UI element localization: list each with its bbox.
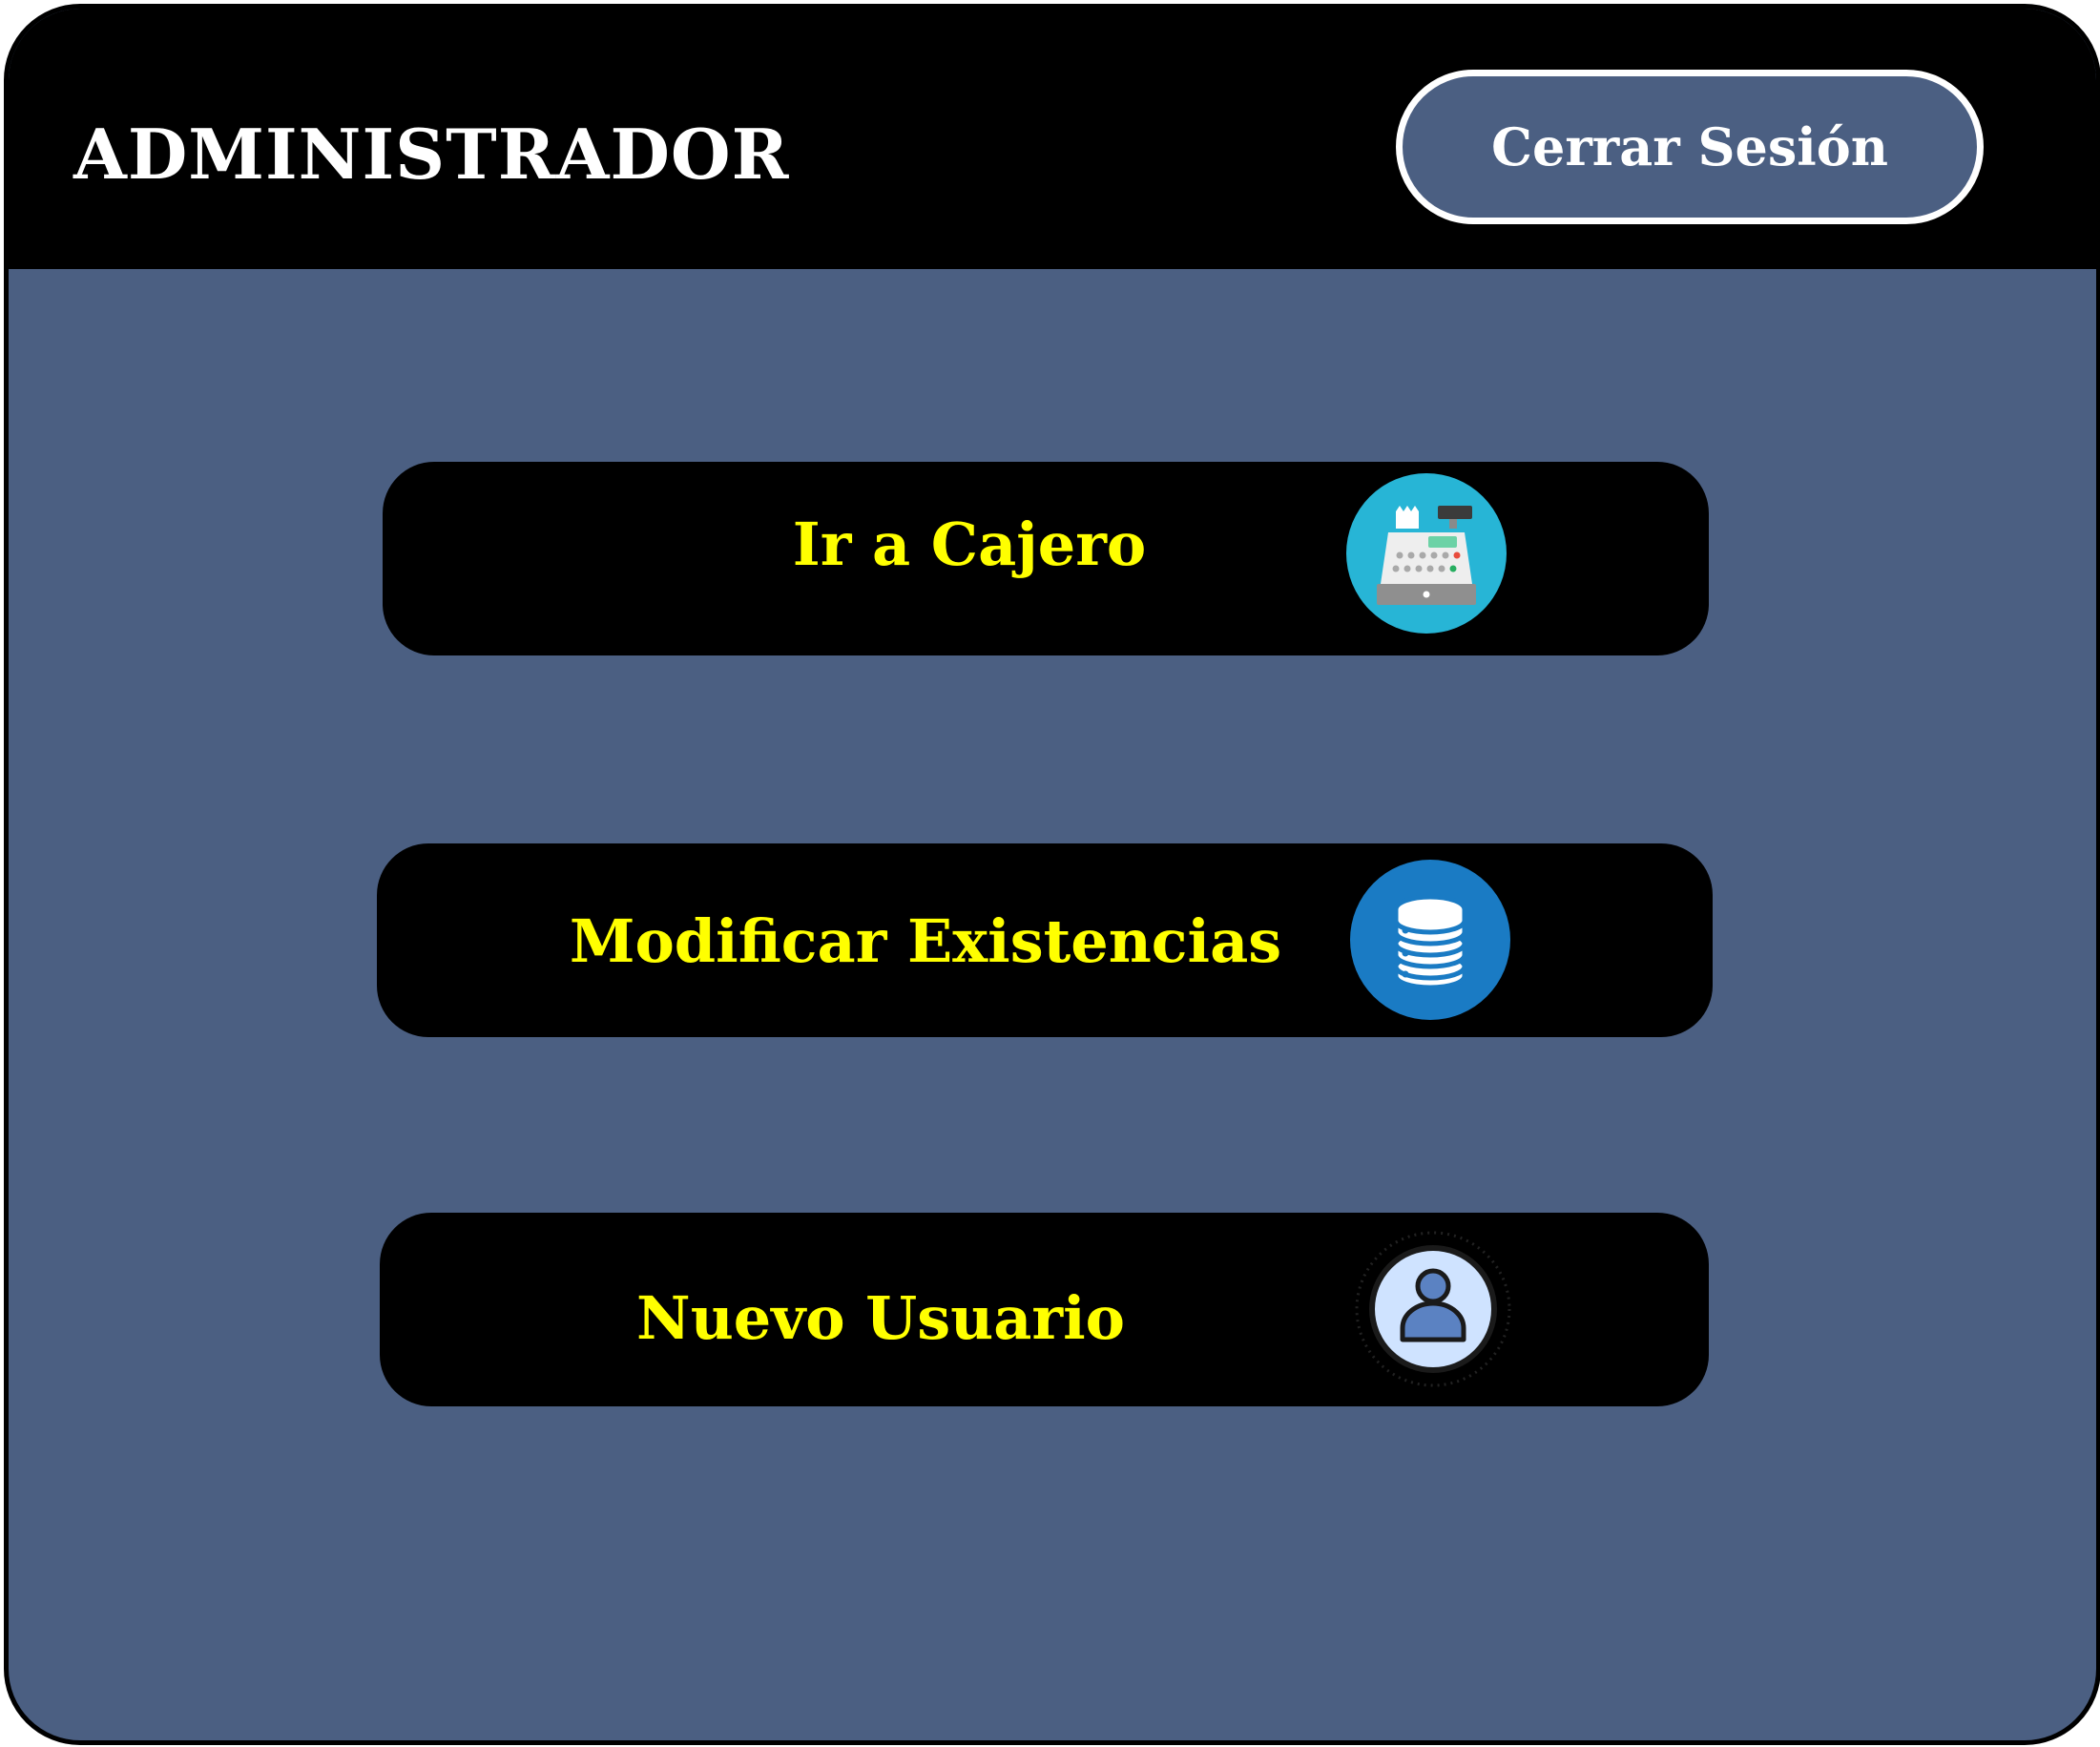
user-icon	[1355, 1231, 1511, 1387]
modify-stock-label: Modificar Existencias	[569, 906, 1282, 976]
page-title: ADMINISTRADOR	[73, 114, 790, 195]
logout-button[interactable]: Cerrar Sesión	[1396, 70, 1984, 224]
header-bar: ADMINISTRADOR Cerrar Sesión	[9, 9, 2096, 269]
go-to-cashier-label: Ir a Cajero	[792, 510, 1147, 579]
logout-button-label: Cerrar Sesión	[1490, 116, 1889, 177]
new-user-button[interactable]: Nuevo Usuario	[380, 1213, 1709, 1406]
admin-window: ADMINISTRADOR Cerrar Sesión Ir a Cajero	[4, 4, 2100, 1745]
new-user-label: Nuevo Usuario	[636, 1283, 1125, 1353]
go-to-cashier-button[interactable]: Ir a Cajero	[383, 462, 1709, 655]
cash-register-icon	[1346, 473, 1507, 634]
database-icon	[1350, 860, 1510, 1020]
modify-stock-button[interactable]: Modificar Existencias	[377, 843, 1713, 1037]
